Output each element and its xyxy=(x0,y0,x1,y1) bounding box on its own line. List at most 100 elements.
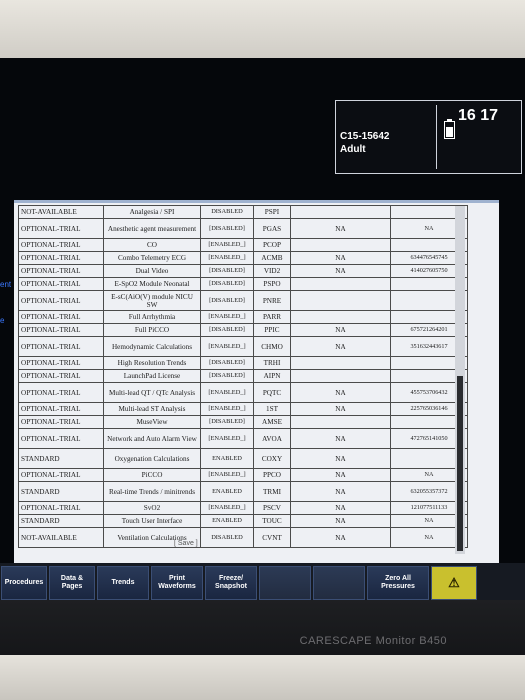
feature-name-cell: CO xyxy=(103,238,201,252)
license-table: NOT-AVAILABLE Analgesia / SPI DISABLED PSPI… xyxy=(18,205,468,548)
enable-state-cell: [ENABLED_] xyxy=(200,238,254,252)
enable-state-cell: [ENABLED_] xyxy=(200,382,254,403)
table-row[interactable]: OPTIONAL-TRIAL E-SpO2 Module Neonatal [DIS… xyxy=(18,277,468,291)
license-status-cell: STANDARD xyxy=(18,481,104,502)
feature-na-cell xyxy=(290,369,391,383)
enable-state-cell: [DISABLED] xyxy=(200,356,254,370)
trends-button[interactable]: Trends xyxy=(97,566,149,600)
table-row[interactable]: NOT-AVAILABLE Analgesia / SPI DISABLED PSPI xyxy=(18,205,468,219)
table-row[interactable]: STANDARD Touch User Interface ENABLED TOUC N… xyxy=(18,514,468,528)
empty-softkey[interactable] xyxy=(313,566,365,600)
table-row[interactable]: OPTIONAL-TRIAL Combo Telemetry ECG [ENABLE… xyxy=(18,251,468,265)
feature-name-cell: E-sC(AiO(V) module NICU SW xyxy=(103,290,201,311)
procedures-button[interactable]: Procedures xyxy=(1,566,47,600)
feature-na-cell: NA xyxy=(290,514,391,528)
feature-na-cell: NA xyxy=(290,251,391,265)
freeze-snapshot-button[interactable]: Freeze/ Snapshot xyxy=(205,566,257,600)
table-row[interactable]: STANDARD Oxygenation Calculations ENABLED C… xyxy=(18,448,468,469)
table-row[interactable]: STANDARD Real-time Trends / minitrends ENA… xyxy=(18,481,468,502)
table-row[interactable]: NOT-AVAILABLE Ventilation Calculations DIS… xyxy=(18,527,468,548)
enable-state-cell: ENABLED xyxy=(200,514,254,528)
patient-info-panel[interactable]: C15-15642 Adult 16 17 xyxy=(335,100,522,174)
feature-na-cell: NA xyxy=(290,428,391,449)
table-row[interactable]: OPTIONAL-TRIAL Dual Video [DISABLED] VID2 NA… xyxy=(18,264,468,278)
table-row[interactable]: OPTIONAL-TRIAL Hemodynamic Calculations [E… xyxy=(18,336,468,357)
table-row[interactable]: OPTIONAL-TRIAL LaunchPad License [DISABLED… xyxy=(18,369,468,383)
license-status-cell: OPTIONAL-TRIAL xyxy=(18,277,104,291)
feature-na-cell: NA xyxy=(290,218,391,239)
license-status-cell: STANDARD xyxy=(18,514,104,528)
enable-state-cell: [ENABLED_] xyxy=(200,310,254,324)
feature-code-cell: 1ST xyxy=(253,402,291,416)
table-row[interactable]: OPTIONAL-TRIAL PiCCO [ENABLED_] PPCO NA NA xyxy=(18,468,468,482)
enable-state-cell: [DISABLED] xyxy=(200,277,254,291)
alarm-silence-icon[interactable]: ⚠ xyxy=(431,566,477,600)
enable-state-cell: [ENABLED_] xyxy=(200,468,254,482)
enable-state-cell: [DISABLED] xyxy=(200,323,254,337)
feature-name-cell: Network and Auto Alarm View xyxy=(103,428,201,449)
feature-name-cell: Touch User Interface xyxy=(103,514,201,528)
empty-softkey[interactable] xyxy=(259,566,311,600)
license-status-cell: OPTIONAL-TRIAL xyxy=(18,264,104,278)
table-row[interactable]: OPTIONAL-TRIAL MuseView [DISABLED] AMSE xyxy=(18,415,468,429)
feature-na-cell: NA xyxy=(290,527,391,548)
scrollbar-thumb[interactable] xyxy=(457,376,463,551)
feature-name-cell: LaunchPad License xyxy=(103,369,201,383)
feature-na-cell xyxy=(290,290,391,311)
table-row[interactable]: OPTIONAL-TRIAL Multi-lead ST Analysis [ENA… xyxy=(18,402,468,416)
table-row[interactable]: OPTIONAL-TRIAL SvO2 [ENABLED_] PSCV NA 121077… xyxy=(18,501,468,515)
license-status-cell: OPTIONAL-TRIAL xyxy=(18,323,104,337)
dialog-scrollbar[interactable] xyxy=(455,206,465,554)
enable-state-cell: [ENABLED_] xyxy=(200,428,254,449)
table-row[interactable]: OPTIONAL-TRIAL High Resolution Trends [DIS… xyxy=(18,356,468,370)
license-dialog: NOT-AVAILABLE Analgesia / SPI DISABLED PSPI… xyxy=(14,200,499,563)
zero-all-pressures-button[interactable]: Zero All Pressures xyxy=(367,566,429,600)
feature-name-cell: SvO2 xyxy=(103,501,201,515)
feature-name-cell: Combo Telemetry ECG xyxy=(103,251,201,265)
patient-type: Adult xyxy=(340,144,366,155)
feature-na-cell: NA xyxy=(290,264,391,278)
feature-code-cell: ACMB xyxy=(253,251,291,265)
feature-na-cell xyxy=(290,277,391,291)
data-pages-button[interactable]: Data & Pages xyxy=(49,566,95,600)
enable-state-cell: ENABLED xyxy=(200,448,254,469)
license-status-cell: NOT-AVAILABLE xyxy=(18,527,104,548)
feature-na-cell: NA xyxy=(290,501,391,515)
side-menu-label[interactable]: ent xyxy=(0,280,11,289)
feature-na-cell: NA xyxy=(290,323,391,337)
license-status-cell: NOT-AVAILABLE xyxy=(18,205,104,219)
enable-state-cell: [DISABLED] xyxy=(200,415,254,429)
side-menu-label[interactable]: e xyxy=(0,316,4,325)
feature-code-cell: AMSE xyxy=(253,415,291,429)
table-row[interactable]: OPTIONAL-TRIAL Full Arrhythmia [ENABLED_] P… xyxy=(18,310,468,324)
license-status-cell: OPTIONAL-TRIAL xyxy=(18,336,104,357)
table-row[interactable]: OPTIONAL-TRIAL Full PiCCO [DISABLED] PPIC NA… xyxy=(18,323,468,337)
feature-code-cell: PCOP xyxy=(253,238,291,252)
monitor-bezel-top xyxy=(0,0,525,60)
license-status-cell: OPTIONAL-TRIAL xyxy=(18,428,104,449)
enable-state-cell: [DISABLED] xyxy=(200,290,254,311)
feature-na-cell xyxy=(290,205,391,219)
print-waveforms-button[interactable]: Print Waveforms xyxy=(151,566,203,600)
enable-state-cell: [ENABLED_] xyxy=(200,336,254,357)
table-row[interactable]: OPTIONAL-TRIAL E-sC(AiO(V) module NICU SW… xyxy=(18,290,468,311)
feature-na-cell xyxy=(290,238,391,252)
feature-code-cell: AVOA xyxy=(253,428,291,449)
feature-name-cell: Oxygenation Calculations xyxy=(103,448,201,469)
feature-name-cell: Full PiCCO xyxy=(103,323,201,337)
feature-na-cell: NA xyxy=(290,402,391,416)
save-button[interactable]: [ Save ] xyxy=(174,540,198,547)
table-row[interactable]: OPTIONAL-TRIAL CO [ENABLED_] PCOP xyxy=(18,238,468,252)
table-row[interactable]: OPTIONAL-TRIAL Anesthetic agent measureme… xyxy=(18,218,468,239)
table-row[interactable]: OPTIONAL-TRIAL Network and Auto Alarm Vie… xyxy=(18,428,468,449)
feature-name-cell: Hemodynamic Calculations xyxy=(103,336,201,357)
feature-name-cell: MuseView xyxy=(103,415,201,429)
enable-state-cell: [ENABLED_] xyxy=(200,402,254,416)
table-row[interactable]: OPTIONAL-TRIAL Multi-lead QT / QTc Analys… xyxy=(18,382,468,403)
feature-na-cell xyxy=(290,415,391,429)
feature-name-cell: Full Arrhythmia xyxy=(103,310,201,324)
feature-na-cell xyxy=(290,356,391,370)
enable-state-cell: [ENABLED_] xyxy=(200,251,254,265)
feature-code-cell: TRMI xyxy=(253,481,291,502)
feature-code-cell: TOUC xyxy=(253,514,291,528)
